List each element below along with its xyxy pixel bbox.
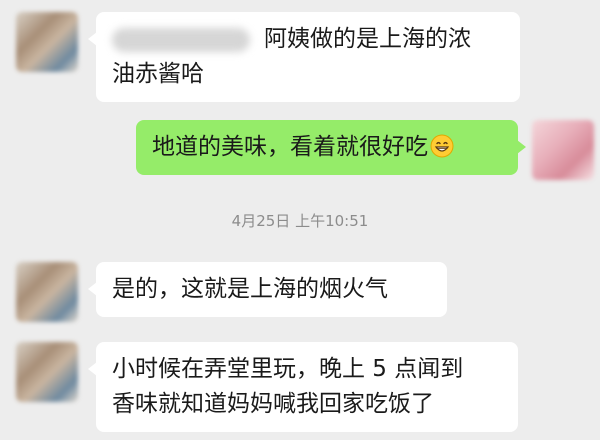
sender-avatar[interactable] bbox=[16, 262, 78, 322]
message-bubble-incoming[interactable]: 是的，这就是上海的烟火气 bbox=[88, 262, 447, 317]
sender-avatar[interactable] bbox=[16, 342, 78, 402]
redacted-name-block bbox=[112, 27, 250, 52]
message-text: 是的，这就是上海的烟火气 bbox=[112, 276, 388, 302]
message-line: 小时候在弄堂里玩，晚上 5 点闻到 bbox=[112, 356, 464, 382]
self-avatar[interactable] bbox=[532, 120, 594, 180]
message-bubble-outgoing[interactable]: 地道的美味，看着就很好吃 bbox=[136, 120, 526, 175]
message-bubble-incoming[interactable]: 小时候在弄堂里玩，晚上 5 点闻到 香味就知道妈妈喊我回家吃饭了 bbox=[88, 342, 518, 432]
message-text: 地道的美味，看着就很好吃 bbox=[152, 134, 428, 160]
message-line: 油赤酱哈 bbox=[112, 61, 204, 87]
grin-emoji-icon bbox=[430, 134, 454, 158]
message-bubble-incoming[interactable]: 阿姨做的是上海的浓 油赤酱哈 bbox=[88, 12, 520, 102]
sender-avatar[interactable] bbox=[16, 12, 78, 72]
timestamp-divider: 4月25日 上午10:51 bbox=[231, 212, 369, 230]
message-line: 阿姨做的是上海的浓 bbox=[112, 22, 504, 57]
message-line: 香味就知道妈妈喊我回家吃饭了 bbox=[112, 391, 434, 417]
